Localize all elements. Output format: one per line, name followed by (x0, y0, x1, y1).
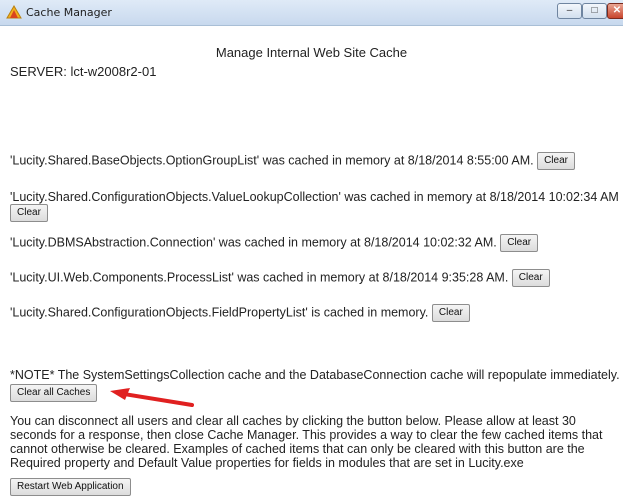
clear-all-caches-button[interactable]: Clear all Caches (10, 384, 98, 402)
close-button[interactable]: ✕ (607, 3, 623, 19)
red-arrow-icon (110, 388, 194, 407)
window-titlebar[interactable]: Cache Manager – □ ✕ (0, 0, 623, 26)
page-content: Manage Internal Web Site Cache SERVER: l… (0, 26, 623, 496)
cache-item-text: 'Lucity.UI.Web.Components.ProcessList' w… (10, 270, 509, 285)
window-title: Cache Manager (26, 6, 112, 19)
cache-item: 'Lucity.Shared.BaseObjects.OptionGroupLi… (10, 152, 575, 170)
clear-button[interactable]: Clear (10, 204, 48, 222)
clear-button[interactable]: Clear (431, 304, 470, 322)
minimize-icon: – (566, 5, 573, 16)
restart-web-application-button[interactable]: Restart Web Application (10, 478, 131, 496)
repopulate-note: *NOTE* The SystemSettingsCollection cach… (10, 368, 620, 382)
close-icon: ✕ (612, 5, 622, 16)
maximize-button[interactable]: □ (582, 3, 607, 19)
server-label: SERVER: lct-w2008r2-01 (10, 64, 157, 79)
maximize-icon: □ (591, 5, 598, 16)
cache-item-text: 'Lucity.DBMSAbstraction.Connection' was … (10, 235, 497, 250)
minimize-button[interactable]: – (557, 3, 582, 19)
clear-button[interactable]: Clear (500, 234, 539, 252)
cache-item: 'Lucity.DBMSAbstraction.Connection' was … (10, 234, 539, 252)
page-title: Manage Internal Web Site Cache (215, 45, 408, 60)
clear-button[interactable]: Clear (511, 269, 550, 287)
cache-manager-app-icon (6, 5, 22, 19)
cache-item: 'Lucity.Shared.ConfigurationObjects.Valu… (10, 190, 619, 204)
clear-button[interactable]: Clear (537, 152, 575, 170)
restart-description: You can disconnect all users and clear a… (10, 414, 603, 470)
cache-item: 'Lucity.UI.Web.Components.ProcessList' w… (10, 269, 550, 287)
cache-item-text: 'Lucity.Shared.ConfigurationObjects.Valu… (10, 190, 619, 204)
cache-item-text: 'Lucity.Shared.ConfigurationObjects.Fiel… (10, 305, 429, 320)
cache-item-text: 'Lucity.Shared.BaseObjects.OptionGroupLi… (10, 153, 534, 168)
cache-item: 'Lucity.Shared.ConfigurationObjects.Fiel… (10, 304, 470, 322)
